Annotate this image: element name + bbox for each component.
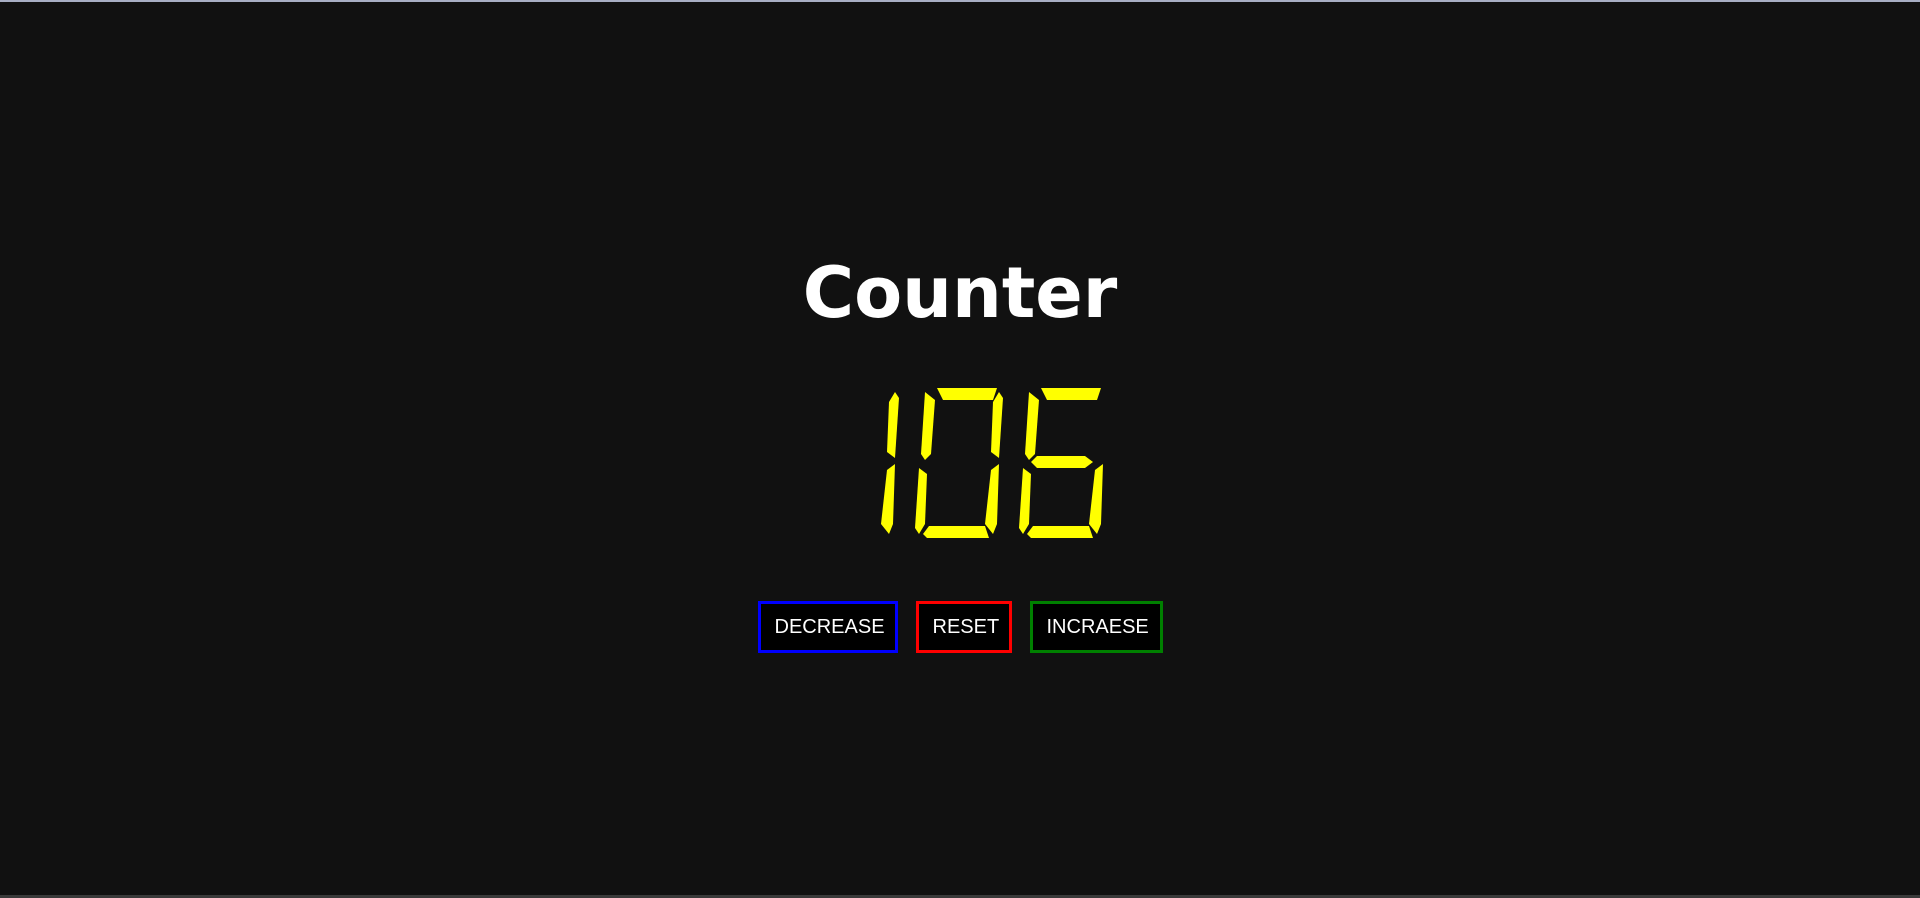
digit-segment-a bbox=[833, 388, 893, 400]
digit-segment-f bbox=[1025, 392, 1039, 460]
digit-segment-d bbox=[1027, 526, 1093, 538]
digit-segment-c bbox=[1089, 464, 1103, 534]
digit-segment-e bbox=[915, 468, 927, 534]
digit-segment-g bbox=[927, 456, 989, 468]
window-top-border bbox=[0, 0, 1920, 2]
page-title: Counter bbox=[802, 252, 1118, 334]
counter-digit bbox=[915, 388, 1003, 538]
button-row: DECREASE RESET INCRAESE bbox=[0, 601, 1920, 653]
counter-digit bbox=[811, 388, 899, 538]
digit-segment-a bbox=[1041, 388, 1101, 400]
digit-segment-c bbox=[881, 464, 895, 534]
digit-segment-a bbox=[937, 388, 997, 400]
digit-segment-g bbox=[823, 456, 885, 468]
digit-segment-b bbox=[887, 392, 899, 458]
digit-segment-g bbox=[1031, 456, 1093, 468]
digit-segment-e bbox=[811, 468, 823, 534]
digit-segment-d bbox=[819, 526, 885, 538]
counter-digit bbox=[1019, 388, 1107, 538]
digit-segment-b bbox=[1095, 392, 1107, 458]
digit-segment-c bbox=[985, 464, 999, 534]
digit-segment-e bbox=[1019, 468, 1031, 534]
digit-segment-b bbox=[991, 392, 1003, 458]
digit-segment-f bbox=[921, 392, 935, 460]
increase-button[interactable]: INCRAESE bbox=[1029, 601, 1163, 653]
decrease-button[interactable]: DECREASE bbox=[757, 601, 898, 653]
digit-segment-d bbox=[923, 526, 989, 538]
reset-button[interactable]: RESET bbox=[915, 601, 1012, 653]
digit-segment-f bbox=[817, 392, 831, 460]
